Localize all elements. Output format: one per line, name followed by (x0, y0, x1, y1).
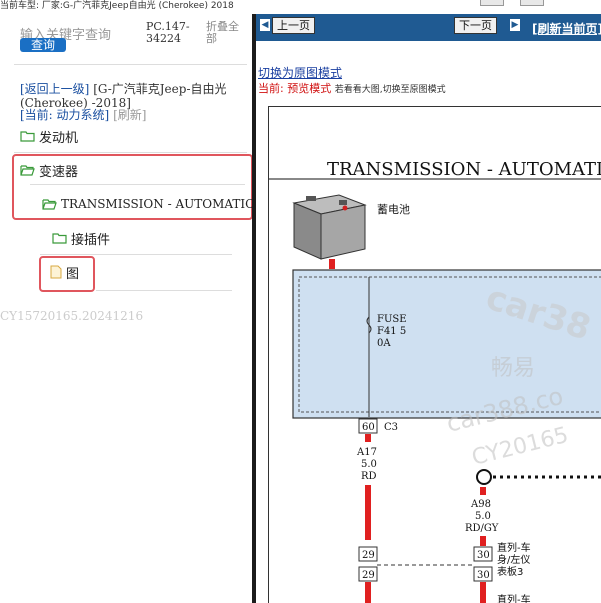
battery-cable (329, 259, 335, 269)
wire1-color: RD (361, 471, 377, 482)
tree-item-label: 接插件 (71, 232, 111, 248)
document-icon (50, 265, 62, 279)
pc-code-text: PC.147-34224 (146, 20, 190, 45)
divider-line (30, 184, 245, 185)
mode-hint: 若看看大图,切换至原图模式 (334, 85, 446, 95)
fuse-id: F41 5 (377, 326, 406, 337)
nav-bar: ◀ 上一页 下一页 ▶ [刷新当前页] (256, 14, 601, 41)
tree-item-label: 图 (66, 266, 80, 282)
tree-item-transmission[interactable]: 变速器 (20, 162, 79, 180)
prev-page-button[interactable]: 上一页 (272, 17, 315, 34)
wire2-id: A98 (470, 499, 491, 510)
tree-item-transmission-automatic[interactable]: TRANSMISSION - AUTOMATIC (42, 196, 254, 212)
connector-c3: C3 (384, 422, 398, 433)
fuse-label: FUSE (377, 314, 407, 325)
wire2-color: RD/GY (465, 523, 499, 534)
location-line2: 身/左仪 (497, 553, 530, 566)
wiring-diagram: TRANSMISSION - AUTOMATIC 蓄电池 FUSE F41 5 … (268, 106, 601, 603)
watermark-text: CY15720165.20241216 (0, 309, 144, 323)
current-label: [当前: 动力系统] (20, 108, 110, 122)
wire-a17 (365, 485, 371, 540)
watermark-changyi: 畅易 (491, 356, 535, 381)
divider-line (14, 152, 247, 153)
window-button[interactable] (480, 0, 504, 6)
tree-item-engine[interactable]: 发动机 (20, 128, 79, 146)
current-vehicle-text: 当前车型: 厂家:G-广汽菲克Jeep自由光 (Cherokee) 2018 (0, 1, 234, 11)
divider-line (96, 290, 232, 291)
next-page-button[interactable]: 下一页 (454, 17, 497, 34)
left-panel: 输入关键字查询 查询 PC.147-34224 折叠全部 [返回上一级] [G-… (0, 14, 254, 603)
wiring-diagram-svg: TRANSMISSION - AUTOMATIC 蓄电池 FUSE F41 5 … (269, 159, 601, 603)
location-line4: 直列-车 (497, 593, 531, 603)
wire-red-bottom-2 (480, 582, 486, 603)
refresh-page-link[interactable]: [刷新当前页] (532, 20, 601, 37)
wire-red-bottom-1 (365, 582, 371, 603)
right-panel: ◀ 上一页 下一页 ▶ [刷新当前页] 切换为原图模式 当前: 预览模式 若看看… (256, 14, 601, 603)
battery-icon (292, 194, 367, 260)
next-arrow-icon[interactable]: ▶ (510, 19, 520, 31)
prev-arrow-icon[interactable]: ◀ (260, 19, 270, 31)
tree-item-label: 变速器 (39, 164, 79, 180)
pin-29b: 29 (362, 570, 375, 581)
splice-circle (476, 469, 492, 485)
wire1-id: A17 (356, 447, 377, 458)
wire1-gauge: 5.0 (361, 459, 377, 470)
current-location: [当前: 动力系统] [刷新] (20, 106, 146, 123)
top-status-bar: 当前车型: 厂家:G-广汽菲克Jeep自由光 (Cherokee) 2018 (0, 0, 601, 14)
back-link[interactable]: [返回上一级] (20, 82, 89, 96)
folder-open-icon (42, 199, 57, 210)
location-line1: 直列-车 (497, 541, 531, 554)
tree-item-label: 发动机 (39, 130, 79, 146)
folder-icon (20, 131, 35, 142)
wire-a17-stub (365, 434, 371, 442)
battery-label: 蓄电池 (377, 203, 410, 216)
pin-30b: 30 (477, 570, 490, 581)
wire-a98-stub (480, 487, 486, 495)
location-line3: 表板3 (497, 565, 523, 578)
fuse-amp: 0A (377, 338, 391, 349)
mode-name: 预览模式 (287, 82, 332, 95)
window-button[interactable] (520, 0, 544, 6)
wire-a98 (480, 536, 486, 546)
watermark-cy: CY20165 (469, 423, 571, 471)
pin-60: 60 (362, 422, 375, 433)
divider-line (40, 254, 232, 255)
divider-line (14, 64, 247, 65)
pin-29a: 29 (362, 550, 375, 561)
folder-icon (52, 233, 67, 244)
mode-prefix: 当前: (258, 82, 284, 95)
switch-to-original-link[interactable]: 切换为原图模式 (258, 64, 342, 81)
tree-item-diagram[interactable]: 图 (50, 264, 80, 282)
refresh-link[interactable]: [刷新] (113, 108, 146, 122)
wire2-gauge: 5.0 (475, 511, 491, 522)
fold-all-button[interactable]: 折叠全部 (206, 21, 248, 45)
tree-item-label: TRANSMISSION - AUTOMATIC (61, 197, 255, 211)
folder-open-icon (20, 165, 35, 176)
mode-line: 当前: 预览模式 若看看大图,切换至原图模式 (258, 80, 446, 96)
tree-item-connector[interactable]: 接插件 (52, 230, 111, 248)
diagram-title: TRANSMISSION - AUTOMATIC (327, 159, 601, 180)
query-button[interactable]: 查询 (20, 38, 66, 52)
pin-30a: 30 (477, 550, 490, 561)
